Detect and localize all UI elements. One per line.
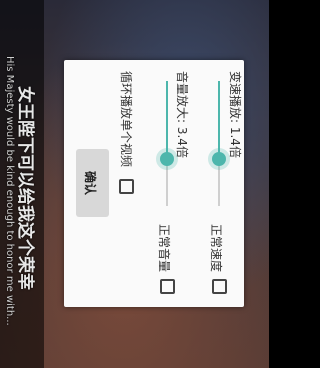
subtitle-chinese: 女王陛下可以给我这个荣幸 xyxy=(15,86,35,290)
volume-label: 音量放大: 3.4倍 xyxy=(175,71,189,158)
subtitle-english: His Majesty would be kind enough to hono… xyxy=(4,56,15,326)
speed-slider-thumb[interactable] xyxy=(212,152,226,166)
video-letterbox-right xyxy=(269,0,309,368)
speed-slider-fill xyxy=(218,81,220,160)
loop-label: 循环播放单个视频 xyxy=(119,71,133,168)
confirm-button[interactable]: 确认 xyxy=(76,149,109,217)
volume-slider-fill xyxy=(166,81,168,160)
normal-speed-label: 正常速度 xyxy=(209,224,223,273)
confirm-button-label: 确认 xyxy=(83,171,97,196)
normal-volume-checkbox[interactable] xyxy=(160,279,175,294)
playback-settings-dialog: 变速播放: 1.4倍 正常速度 音量放大: 3.4倍 正常音量 循环播放单个视频… xyxy=(64,60,244,307)
speed-slider-track[interactable] xyxy=(218,81,220,206)
volume-slider-thumb[interactable] xyxy=(160,152,174,166)
speed-label: 变速播放: 1.4倍 xyxy=(228,71,242,158)
normal-speed-checkbox[interactable] xyxy=(212,279,227,294)
loop-checkbox[interactable] xyxy=(119,179,134,194)
normal-volume-label: 正常音量 xyxy=(157,224,171,273)
volume-slider-track[interactable] xyxy=(166,81,168,206)
